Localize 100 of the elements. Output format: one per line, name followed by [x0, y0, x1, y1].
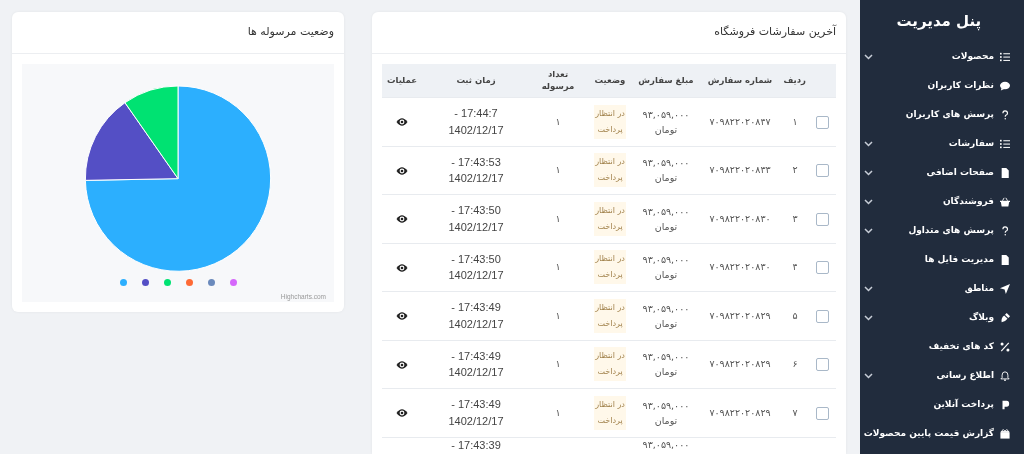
row-checkbox[interactable] — [815, 358, 829, 372]
status-badge: در انتظار پرداخت — [594, 250, 626, 285]
order-amount: ۹۳,۰۵۹,۰۰۰ تومان — [641, 253, 691, 283]
shipment-count: ۱ — [555, 115, 561, 127]
sidebar-item[interactable]: پرسش های کاربران — [863, 100, 1014, 130]
sidebar-item[interactable]: پرداخت آنلاین — [863, 390, 1014, 420]
legend-dot[interactable] — [229, 278, 237, 286]
sidebar-item[interactable]: گزارش قیمت پایین محصولات — [863, 419, 1014, 449]
sidebar-item[interactable]: نظرات کاربران — [863, 71, 1014, 101]
order-number: ۷۰۹۸۲۲۰۲۰۸۳۳ — [709, 164, 771, 176]
order-amount: ۹۳,۰۵۹,۰۰۰ تومان — [641, 204, 691, 234]
column-header: زمان ثبت — [422, 63, 530, 98]
row-checkbox[interactable] — [815, 406, 829, 420]
sidebar-item[interactable]: کد های تخفیف — [863, 332, 1014, 362]
view-button[interactable] — [396, 359, 408, 370]
shipment-count: ۱ — [555, 212, 561, 224]
order-number: ۷۰۹۸۲۲۰۲۰۸۳۰ — [709, 212, 771, 224]
shipment-count: ۱ — [555, 309, 561, 321]
sidebar-item[interactable]: فروشندگان — [863, 187, 1014, 217]
gift-box-icon — [1000, 429, 1010, 439]
sidebar-item[interactable]: مناطق — [863, 274, 1014, 304]
order-time: 17:43:39 - — [451, 438, 501, 452]
column-header: شماره سفارش — [698, 63, 782, 98]
view-button[interactable] — [396, 165, 408, 176]
view-button[interactable] — [396, 262, 408, 273]
list-icon — [1000, 139, 1010, 149]
shipment-count: ۱ — [555, 261, 561, 273]
order-amount: ۹۳,۰۵۹,۰۰۰ تومان — [641, 350, 691, 380]
row-checkbox[interactable] — [815, 164, 829, 178]
row-checkbox[interactable] — [815, 309, 829, 323]
sidebar-item[interactable]: وبلاگ — [863, 303, 1014, 333]
order-amount: ۹۳,۰۵۹,۰۰۰ — [642, 438, 690, 450]
status-badge: در انتظار پرداخت — [594, 201, 626, 236]
coin-icon — [1000, 400, 1010, 410]
sidebar-item[interactable]: اطلاع رسانی — [863, 361, 1014, 391]
card-title: آخرین سفارشات فروشگاه — [372, 12, 846, 54]
row-number: ۶ — [792, 358, 798, 370]
basket-icon — [1000, 197, 1010, 207]
row-number: ۲ — [792, 164, 798, 176]
legend-dot[interactable] — [141, 278, 149, 286]
list-icon — [1000, 52, 1010, 62]
view-button[interactable] — [396, 408, 408, 419]
document-icon — [1000, 168, 1010, 178]
order-time: 17:43:53 - 1402/12/17 — [447, 154, 505, 187]
order-number: ۷۰۹۸۲۲۰۲۰۸۳۰ — [709, 261, 771, 273]
order-amount: ۹۳,۰۵۹,۰۰۰ تومان — [641, 156, 691, 186]
order-time: 17:43:49 - 1402/12/17 — [447, 348, 505, 381]
question-mark-icon — [1000, 226, 1010, 236]
column-header: وضعیت — [586, 63, 634, 98]
shipment-count: ۱ — [555, 358, 561, 370]
status-badge: در انتظار پرداخت — [594, 104, 626, 139]
sidebar-title: پنل مدیریت — [895, 11, 983, 33]
column-header: ردیف — [782, 63, 808, 98]
speech-bubble-icon — [1000, 81, 1010, 91]
status-badge: در انتظار پرداخت — [594, 153, 626, 188]
view-button[interactable] — [396, 311, 408, 322]
legend-dot[interactable] — [185, 278, 193, 286]
row-number: ۴ — [792, 261, 798, 273]
order-number: ۷۰۹۸۲۲۰۲۰۸۴۷ — [709, 115, 771, 127]
order-amount: ۹۳,۰۵۹,۰۰۰ تومان — [641, 398, 691, 428]
order-time: 17:44:7 - 1402/12/17 — [447, 106, 505, 138]
view-button[interactable] — [396, 214, 408, 225]
pen-nib-icon — [1000, 313, 1010, 323]
row-number: ۵ — [792, 309, 798, 321]
sidebar-item[interactable]: سفارشات — [863, 129, 1014, 159]
legend-dot[interactable] — [207, 278, 215, 286]
order-amount: ۹۳,۰۵۹,۰۰۰ تومان — [641, 301, 691, 331]
card-title: وضعیت مرسوله ها — [12, 12, 344, 54]
column-header: عملیات — [382, 63, 422, 98]
order-amount: ۹۳,۰۵۹,۰۰۰ تومان — [641, 107, 691, 137]
document-icon — [1000, 255, 1010, 265]
sidebar-item[interactable]: مدیریت فایل ها — [863, 245, 1014, 275]
question-mark-icon — [1000, 110, 1010, 120]
order-time: 17:43:49 - 1402/12/17 — [447, 300, 505, 332]
order-time: 17:43:49 - 1402/12/17 — [447, 397, 505, 429]
row-checkbox[interactable] — [815, 261, 829, 275]
order-time: 17:43:50 - 1402/12/17 — [447, 251, 505, 284]
location-arrow-icon — [1000, 284, 1010, 294]
sidebar-item[interactable]: محصولات — [863, 42, 1014, 72]
status-badge: در انتظار پرداخت — [594, 347, 626, 382]
order-number: ۷۰۹۸۲۲۰۲۰۸۲۹ — [709, 309, 771, 321]
order-number: ۷۰۹۸۲۲۰۲۰۸۲۹ — [709, 406, 771, 418]
row-number: ۳ — [792, 212, 798, 224]
order-time: 17:43:50 - 1402/12/17 — [447, 203, 505, 235]
view-button[interactable] — [396, 117, 408, 128]
status-badge: در انتظار پرداخت — [594, 298, 626, 333]
bell-icon — [1000, 371, 1010, 381]
column-header: تعداد مرسوله — [530, 63, 586, 98]
row-number: ۱ — [792, 115, 798, 127]
column-header: مبلغ سفارش — [634, 63, 698, 98]
row-checkbox[interactable] — [815, 115, 829, 129]
sidebar-item[interactable]: صفحات اضافی — [863, 158, 1014, 188]
legend-dot[interactable] — [119, 278, 127, 286]
order-number: ۷۰۹۸۲۲۰۲۰۸۲۹ — [709, 358, 771, 370]
legend-dot[interactable] — [163, 278, 171, 286]
row-checkbox[interactable] — [815, 212, 829, 226]
percent-icon — [1000, 342, 1010, 352]
shipment-count: ۱ — [555, 406, 561, 418]
row-number: ۷ — [792, 406, 798, 418]
sidebar-item[interactable]: پرسش های متداول — [863, 216, 1014, 246]
